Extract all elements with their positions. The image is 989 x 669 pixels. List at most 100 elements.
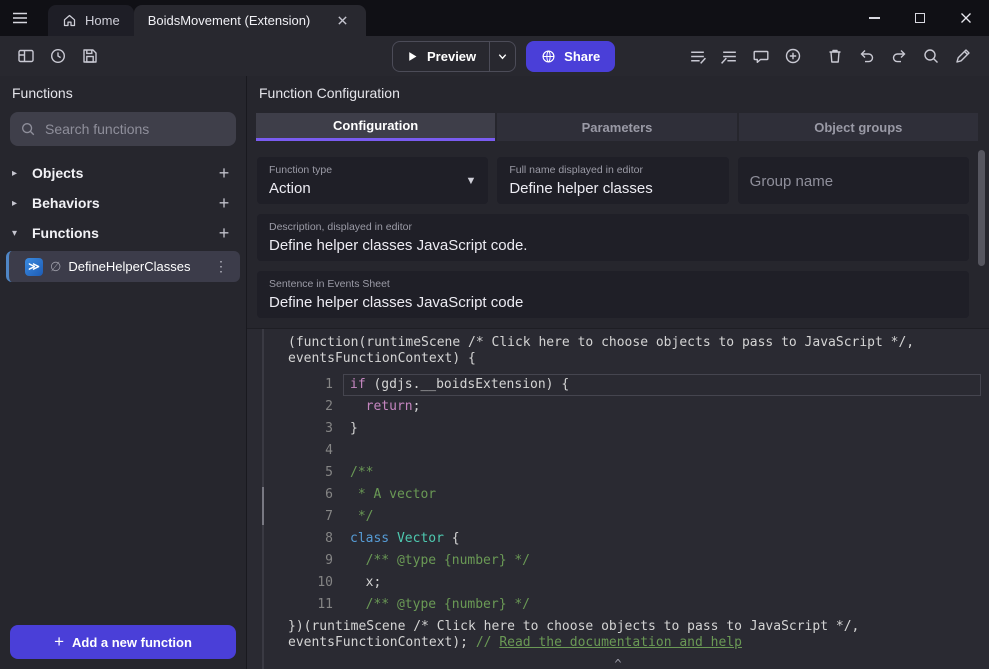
share-label: Share — [564, 49, 600, 64]
share-button[interactable]: Share — [526, 41, 615, 72]
code-text: x; — [350, 572, 381, 594]
edit-extension-button[interactable] — [949, 42, 977, 70]
save-icon — [81, 47, 99, 65]
line-number: 5 — [247, 462, 333, 484]
toolbar-right-icons — [683, 42, 977, 70]
redo-button[interactable] — [885, 42, 913, 70]
line-number: 1 — [247, 374, 333, 396]
sentence-value: Define helper classes JavaScript code — [269, 294, 957, 311]
code-line[interactable]: 5/** — [247, 462, 989, 484]
preview-split-button: Preview — [392, 41, 516, 72]
history-button[interactable] — [44, 42, 72, 70]
code-text: * A vector — [350, 484, 436, 506]
function-item-selected[interactable]: ≫ ∅ DefineHelperClasses ⋮ — [6, 251, 240, 282]
line-number: 2 — [247, 396, 333, 418]
description-value: Define helper classes JavaScript code. — [269, 237, 957, 254]
tree-item-behaviors[interactable]: ▸ Behaviors + — [0, 188, 246, 218]
tab-close-button[interactable] — [334, 12, 352, 30]
configuration-header: Function Configuration — [247, 76, 989, 108]
chevron-down-icon — [497, 51, 508, 62]
group-name-placeholder: Group name — [750, 173, 833, 190]
preview-button[interactable]: Preview — [393, 49, 489, 64]
editors-layout-icon — [17, 47, 35, 65]
full-name-label: Full name displayed in editor — [509, 164, 716, 176]
description-label: Description, displayed in editor — [269, 221, 957, 233]
add-behavior-button[interactable]: + — [214, 193, 234, 214]
edit-pen-icon — [954, 47, 972, 65]
code-line[interactable]: 2 return; — [247, 396, 989, 418]
tab-configuration[interactable]: Configuration — [256, 113, 495, 141]
description-field[interactable]: Description, displayed in editor Define … — [257, 214, 969, 261]
tab-home[interactable]: Home — [48, 5, 134, 36]
code-text: */ — [350, 506, 373, 528]
code-line[interactable]: 7 */ — [247, 506, 989, 528]
code-line[interactable]: 4 — [247, 440, 989, 462]
code-line[interactable]: 9 /** @type {number} */ — [247, 550, 989, 572]
window-close-button[interactable] — [943, 0, 989, 36]
configuration-form: Function type Action ▼ Full name display… — [247, 141, 989, 328]
delete-button[interactable] — [821, 42, 849, 70]
tree-item-functions[interactable]: ▾ Functions + — [0, 218, 246, 248]
editors-layout-button[interactable] — [12, 42, 40, 70]
code-line[interactable]: 3} — [247, 418, 989, 440]
full-name-value: Define helper classes — [509, 180, 716, 197]
fold-caret-hint[interactable]: ^ — [247, 657, 989, 669]
documentation-link[interactable]: Read the documentation and help — [499, 635, 742, 650]
add-element-button[interactable] — [779, 42, 807, 70]
empty-set-icon: ∅ — [50, 259, 61, 275]
code-line[interactable]: 6 * A vector — [247, 484, 989, 506]
tab-object-groups[interactable]: Object groups — [739, 113, 978, 141]
function-item-menu-button[interactable]: ⋮ — [210, 258, 232, 275]
feedback-button[interactable] — [747, 42, 775, 70]
full-name-field[interactable]: Full name displayed in editor Define hel… — [497, 157, 728, 204]
preview-options-button[interactable] — [489, 42, 515, 71]
line-number: 9 — [247, 550, 333, 572]
vertical-scrollbar-thumb[interactable] — [978, 150, 985, 266]
toggle-properties-panel-button[interactable] — [683, 42, 711, 70]
tab-parameters[interactable]: Parameters — [497, 113, 736, 141]
add-new-function-label: Add a new function — [72, 635, 192, 650]
code-text: /** @type {number} */ — [350, 594, 530, 616]
plus-icon: + — [54, 632, 64, 652]
tree-item-label: Behaviors — [32, 195, 100, 211]
undo-button[interactable] — [853, 42, 881, 70]
js-code-editor[interactable]: (function(runtimeScene /* Click here to … — [247, 328, 989, 669]
save-button[interactable] — [76, 42, 104, 70]
workspace: Functions Search functions ▸ Objects + ▸… — [0, 76, 989, 669]
line-number: 8 — [247, 528, 333, 550]
code-line[interactable]: 1if (gdjs.__boidsExtension) { — [247, 374, 989, 396]
code-line[interactable]: 11 /** @type {number} */ — [247, 594, 989, 616]
toggle-instances-panel-button[interactable] — [715, 42, 743, 70]
main-menu-button[interactable] — [0, 0, 40, 36]
add-new-function-button[interactable]: + Add a new function — [10, 625, 236, 659]
line-number: 3 — [247, 418, 333, 440]
titlebar: Home BoidsMovement (Extension) — [0, 0, 989, 36]
close-icon — [337, 15, 348, 26]
play-icon — [406, 50, 419, 63]
toolbar: Preview Share — [0, 36, 989, 76]
tab-extension-label: BoidsMovement (Extension) — [148, 13, 326, 28]
maximize-button[interactable] — [897, 0, 943, 36]
minimize-button[interactable] — [851, 0, 897, 36]
function-type-select[interactable]: Function type Action ▼ — [257, 157, 488, 204]
hamburger-icon — [11, 9, 29, 27]
search-functions-input[interactable]: Search functions — [10, 112, 236, 146]
search-button[interactable] — [917, 42, 945, 70]
functions-sidebar: Functions Search functions ▸ Objects + ▸… — [0, 76, 247, 669]
tree-item-objects[interactable]: ▸ Objects + — [0, 158, 246, 188]
code-line[interactable]: 8class Vector { — [247, 528, 989, 550]
add-circle-icon — [784, 47, 802, 65]
code-line[interactable]: 10 x; — [247, 572, 989, 594]
sentence-field[interactable]: Sentence in Events Sheet Define helper c… — [257, 271, 969, 318]
group-name-field[interactable]: Group name — [738, 157, 969, 204]
collapse-arrow-icon: ▸ — [12, 198, 23, 209]
line-number: 11 — [247, 594, 333, 616]
line-number: 6 — [247, 484, 333, 506]
tab-extension[interactable]: BoidsMovement (Extension) — [134, 5, 366, 36]
code-header-line[interactable]: (function(runtimeScene /* Click here to … — [247, 334, 989, 369]
tree-item-label: Functions — [32, 225, 99, 241]
code-footer-line[interactable]: })(runtimeScene /* Click here to choose … — [247, 618, 989, 653]
add-object-button[interactable]: + — [214, 163, 234, 184]
instances-panel-icon — [720, 47, 739, 66]
add-function-plus-button[interactable]: + — [214, 223, 234, 244]
